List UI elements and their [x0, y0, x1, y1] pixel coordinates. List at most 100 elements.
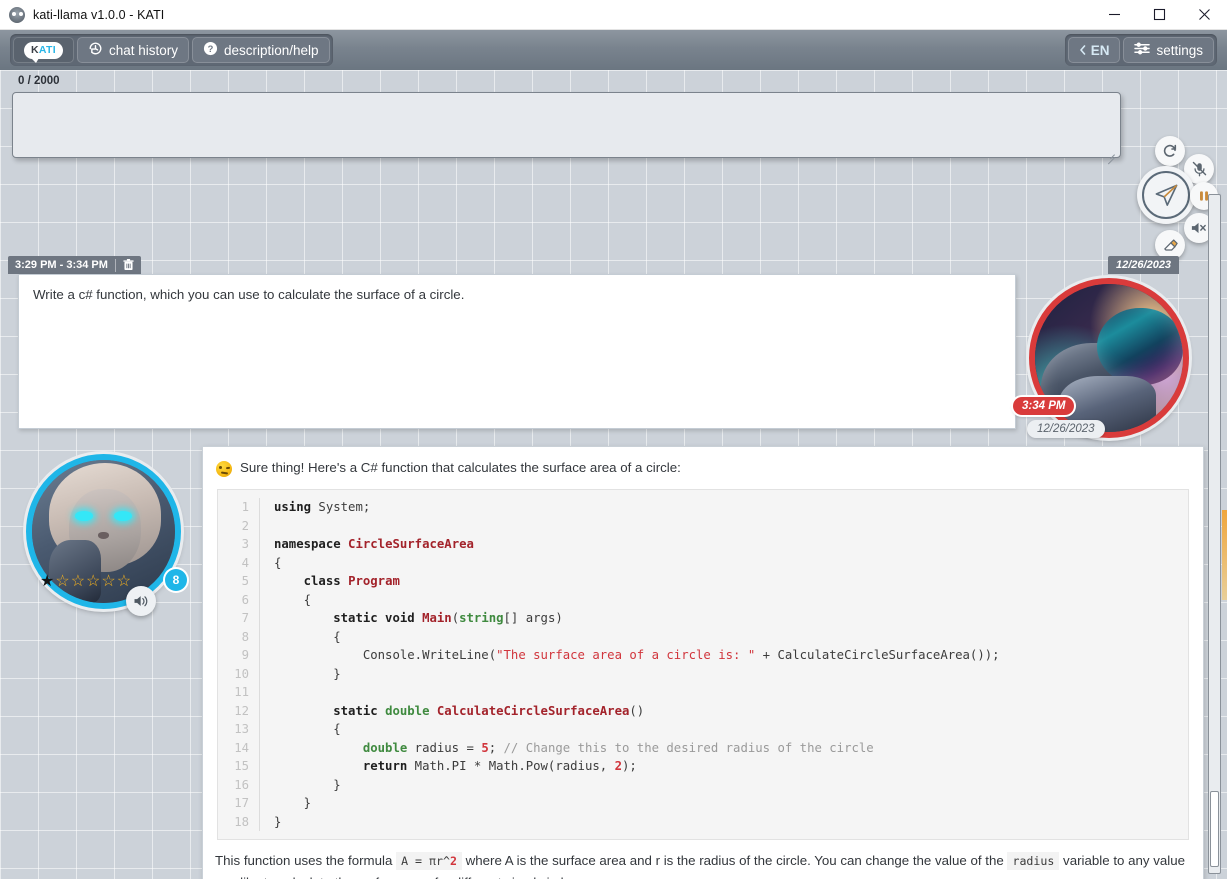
code-text: return Math.PI * Math.Pow(radius, 2); — [362, 759, 637, 773]
code-block[interactable]: 1 using System; 2 3 namespace CircleSurface… — [217, 489, 1189, 840]
line-number: 14 — [218, 738, 260, 757]
accent-strip — [1222, 510, 1227, 600]
line-number: 4 — [218, 553, 260, 572]
code-line: 9 Console.WriteLine("The surface area of… — [218, 646, 1188, 665]
settings-label: settings — [1156, 42, 1203, 58]
line-number: 13 — [218, 720, 260, 739]
code-line: 3 namespace CircleSurfaceArea — [218, 535, 1188, 554]
tts-speaker-button[interactable] — [126, 586, 156, 616]
language-selector[interactable]: EN — [1067, 37, 1121, 63]
line-number: 17 — [218, 794, 260, 813]
code-line: 17 } — [218, 794, 1188, 813]
prompt-input[interactable] — [12, 92, 1121, 158]
code-line: 15 return Math.PI * Math.Pow(radius, 2); — [218, 757, 1188, 776]
line-number: 12 — [218, 701, 260, 720]
inline-code-radius: radius — [1007, 852, 1060, 870]
code-text: static void Main(string[] args) — [333, 611, 563, 625]
code-line: 1 using System; — [218, 498, 1188, 517]
vertical-scrollbar[interactable] — [1208, 194, 1221, 874]
code-text: static double CalculateCircleSurfaceArea… — [333, 703, 645, 718]
line-number: 3 — [218, 535, 260, 554]
send-button[interactable] — [1137, 166, 1195, 224]
ai-avatar-container: ★ ☆ ☆ ☆ ☆ ☆ 8 — [26, 454, 188, 616]
tab-description-help[interactable]: ? description/help — [191, 37, 330, 63]
line-number: 10 — [218, 664, 260, 683]
tab-description-help-label: description/help — [223, 42, 319, 58]
title-bar: kati-llama v1.0.0 - KATI — [0, 0, 1227, 30]
code-line: 8 { — [218, 627, 1188, 646]
code-line: 13 { — [218, 720, 1188, 739]
line-number: 18 — [218, 812, 260, 831]
star-5[interactable]: ☆ — [101, 574, 115, 590]
code-text: } — [274, 796, 312, 810]
app-window: kati-llama v1.0.0 - KATI KATI chat histo… — [0, 0, 1227, 879]
star-6[interactable]: ☆ — [117, 574, 131, 590]
code-text: { — [274, 722, 341, 736]
language-label: EN — [1090, 42, 1110, 58]
refresh-button[interactable] — [1155, 136, 1185, 166]
sliders-icon — [1134, 41, 1151, 59]
ai-intro-row: Sure thing! Here's a C# function that ca… — [203, 447, 1203, 483]
close-icon[interactable] — [1182, 0, 1227, 30]
thinking-face-emoji — [216, 461, 232, 477]
ai-intro-text: Sure thing! Here's a C# function that ca… — [240, 460, 681, 475]
tab-chat-history[interactable]: chat history — [76, 37, 189, 63]
avatar-arm — [49, 540, 101, 603]
code-text: } — [274, 814, 282, 829]
user-avatar-container: 3:34 PM 12/26/2023 — [1013, 278, 1189, 438]
line-number: 11 — [218, 683, 260, 702]
user-message-date-badge: 12/26/2023 — [1027, 420, 1105, 438]
history-icon — [88, 41, 103, 59]
line-number: 15 — [218, 757, 260, 776]
ai-message-panel: Sure thing! Here's a C# function that ca… — [202, 446, 1204, 879]
code-line: 2 — [218, 516, 1188, 536]
code-text: class Program — [303, 574, 400, 588]
code-text: double radius = 5; // Change this to the… — [362, 740, 874, 755]
code-text: } — [274, 777, 341, 792]
outro-part-1: This function uses the formula — [215, 853, 397, 868]
svg-text:?: ? — [208, 44, 214, 54]
inline-code-formula: A = πr^2 — [396, 852, 462, 870]
code-line: 5 class Program — [218, 572, 1188, 591]
kati-logo-icon: KATI — [24, 41, 63, 63]
code-line: 6 { — [218, 590, 1188, 609]
code-text: { — [274, 592, 312, 607]
star-4[interactable]: ☆ — [86, 574, 100, 590]
user-message-date-tab: 12/26/2023 — [1108, 256, 1180, 274]
chevron-left-icon — [1079, 43, 1086, 58]
star-1[interactable]: ★ — [40, 574, 54, 590]
minimize-icon[interactable] — [1092, 0, 1137, 30]
line-number: 5 — [218, 572, 260, 591]
nav-bar: KATI chat history ? description/help EN … — [0, 30, 1227, 70]
avatar-helmet — [1097, 307, 1183, 385]
ai-rating-badge: 8 — [165, 569, 187, 591]
chat-canvas: 0 / 2000 3:29 PM - 3:34 PM 12/26/2023 Wr… — [0, 70, 1227, 879]
star-2[interactable]: ☆ — [55, 574, 69, 590]
star-3[interactable]: ☆ — [71, 574, 85, 590]
ai-rating-stars[interactable]: ★ ☆ ☆ ☆ ☆ ☆ — [40, 574, 131, 590]
ai-outro-text: This function uses the formula A = πr^2 … — [203, 840, 1203, 879]
llama-avatar-icon — [9, 6, 25, 23]
settings-button[interactable]: settings — [1123, 37, 1214, 63]
avatar-nose — [97, 531, 110, 539]
line-number: 1 — [218, 498, 260, 517]
code-text: namespace CircleSurfaceArea — [274, 537, 474, 551]
header-divider — [114, 258, 116, 272]
code-text: Console.WriteLine("The surface area of a… — [274, 648, 1000, 662]
scrollbar-thumb[interactable] — [1210, 791, 1219, 867]
nav-right-group: EN settings — [1064, 34, 1217, 66]
maximize-icon[interactable] — [1137, 0, 1182, 30]
user-message-time-range: 3:29 PM - 3:34 PM — [15, 259, 108, 271]
line-number: 8 — [218, 627, 260, 646]
line-number: 9 — [218, 646, 260, 665]
code-text: { — [274, 555, 282, 570]
code-line: 14 double radius = 5; // Change this to … — [218, 738, 1188, 757]
tab-kati-home[interactable]: KATI — [13, 37, 74, 63]
window-controls — [1092, 0, 1227, 30]
line-number: 2 — [218, 516, 260, 535]
trash-icon[interactable] — [123, 259, 134, 271]
tab-chat-history-label: chat history — [108, 42, 178, 58]
line-number: 16 — [218, 775, 260, 794]
